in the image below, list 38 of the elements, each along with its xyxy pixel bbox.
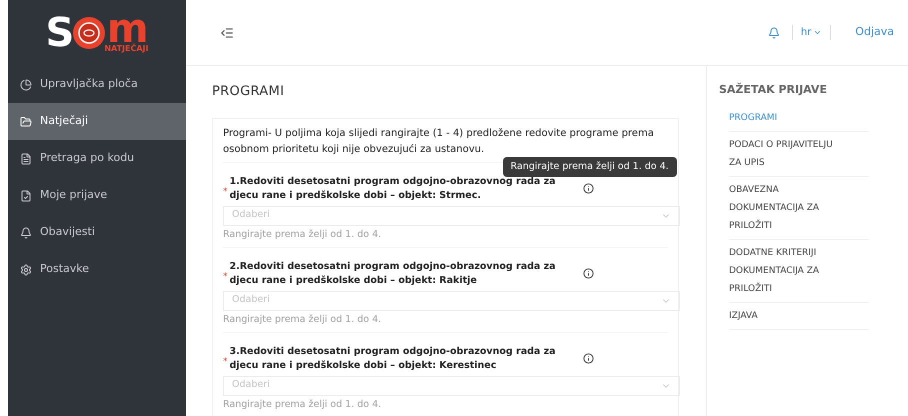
summary-link[interactable]: OBAVEZNA DOKUMENTACIJA ZA PRILOŽITI [729, 176, 869, 240]
info-icon[interactable] [582, 183, 594, 194]
chevron-down-icon [813, 28, 822, 37]
hint-text: Rangirajte prema želji od 1. do 4. [223, 312, 382, 326]
sidebar-item[interactable]: Pretraga po kodu [8, 140, 186, 177]
menu-collapse-icon[interactable] [220, 26, 234, 40]
logo-letter: m [106, 13, 148, 45]
field-label: 3.Redoviti desetosatni program odgojno-obrazovnog rada za djecu rane i predškolske dobi – objekt: Kerestinec [230, 344, 557, 372]
summary-title: SAŽETAK PRIJAVE [719, 82, 828, 98]
sidebar-item[interactable]: Upravljačka ploča [8, 66, 186, 103]
sidebar-item[interactable]: Obavijesti [8, 214, 186, 251]
summary-link[interactable]: DODATNE KRITERIJI DOKUMENTACIJA ZA PRILOŽITI [729, 240, 869, 302]
folder-icon [20, 116, 32, 128]
required-asterisk: * [223, 186, 228, 199]
sidebar-item[interactable]: Postavke [8, 251, 186, 288]
field-label: 2.Redoviti desetosatni program odgojno-obrazovnog rada za djecu rane i predškolske dobi – objekt: Rakitje [230, 260, 557, 288]
intro-text: Programi- U poljima koja slijedi rangirajte (1 - 4) predložene redovite programe prema osobnom prioritetu koji nije obvezujući za ustanovu. [223, 126, 655, 156]
settings-icon [20, 264, 32, 276]
section-title: PROGRAMI [212, 83, 286, 101]
bell-icon[interactable] [768, 26, 780, 38]
sidebar-item[interactable]: Moje prijave [8, 177, 186, 214]
document-icon [20, 190, 32, 202]
required-asterisk: * [223, 270, 228, 284]
info-icon[interactable] [582, 353, 594, 364]
summary-link[interactable]: IZJAVA [729, 302, 869, 330]
file-icon [20, 152, 32, 164]
sidebar-item[interactable]: Natječaji [8, 103, 186, 140]
bell-icon [20, 226, 32, 238]
field-label: 1.Redoviti desetosatni program odgojno-obrazovnog rada za djecu rane i predškolske dobi – objekt: Strmec. [230, 174, 557, 202]
logo-letter: S [46, 13, 74, 53]
info-icon[interactable] [582, 268, 594, 279]
required-asterisk: * [223, 356, 228, 369]
tooltip: Rangirajte prema želji od 1. do 4. [502, 156, 677, 177]
hint-text: Rangirajte prema želji od 1. do 4. [223, 228, 382, 240]
summary-link[interactable]: PODACI O PRIJAVITELJU ZA UPIS [729, 132, 869, 176]
pie-chart-icon [20, 78, 32, 90]
hint-text: Rangirajte prema želji od 1. do 4. [223, 398, 382, 410]
logo-subtitle: NATJEČAJI [104, 45, 148, 53]
